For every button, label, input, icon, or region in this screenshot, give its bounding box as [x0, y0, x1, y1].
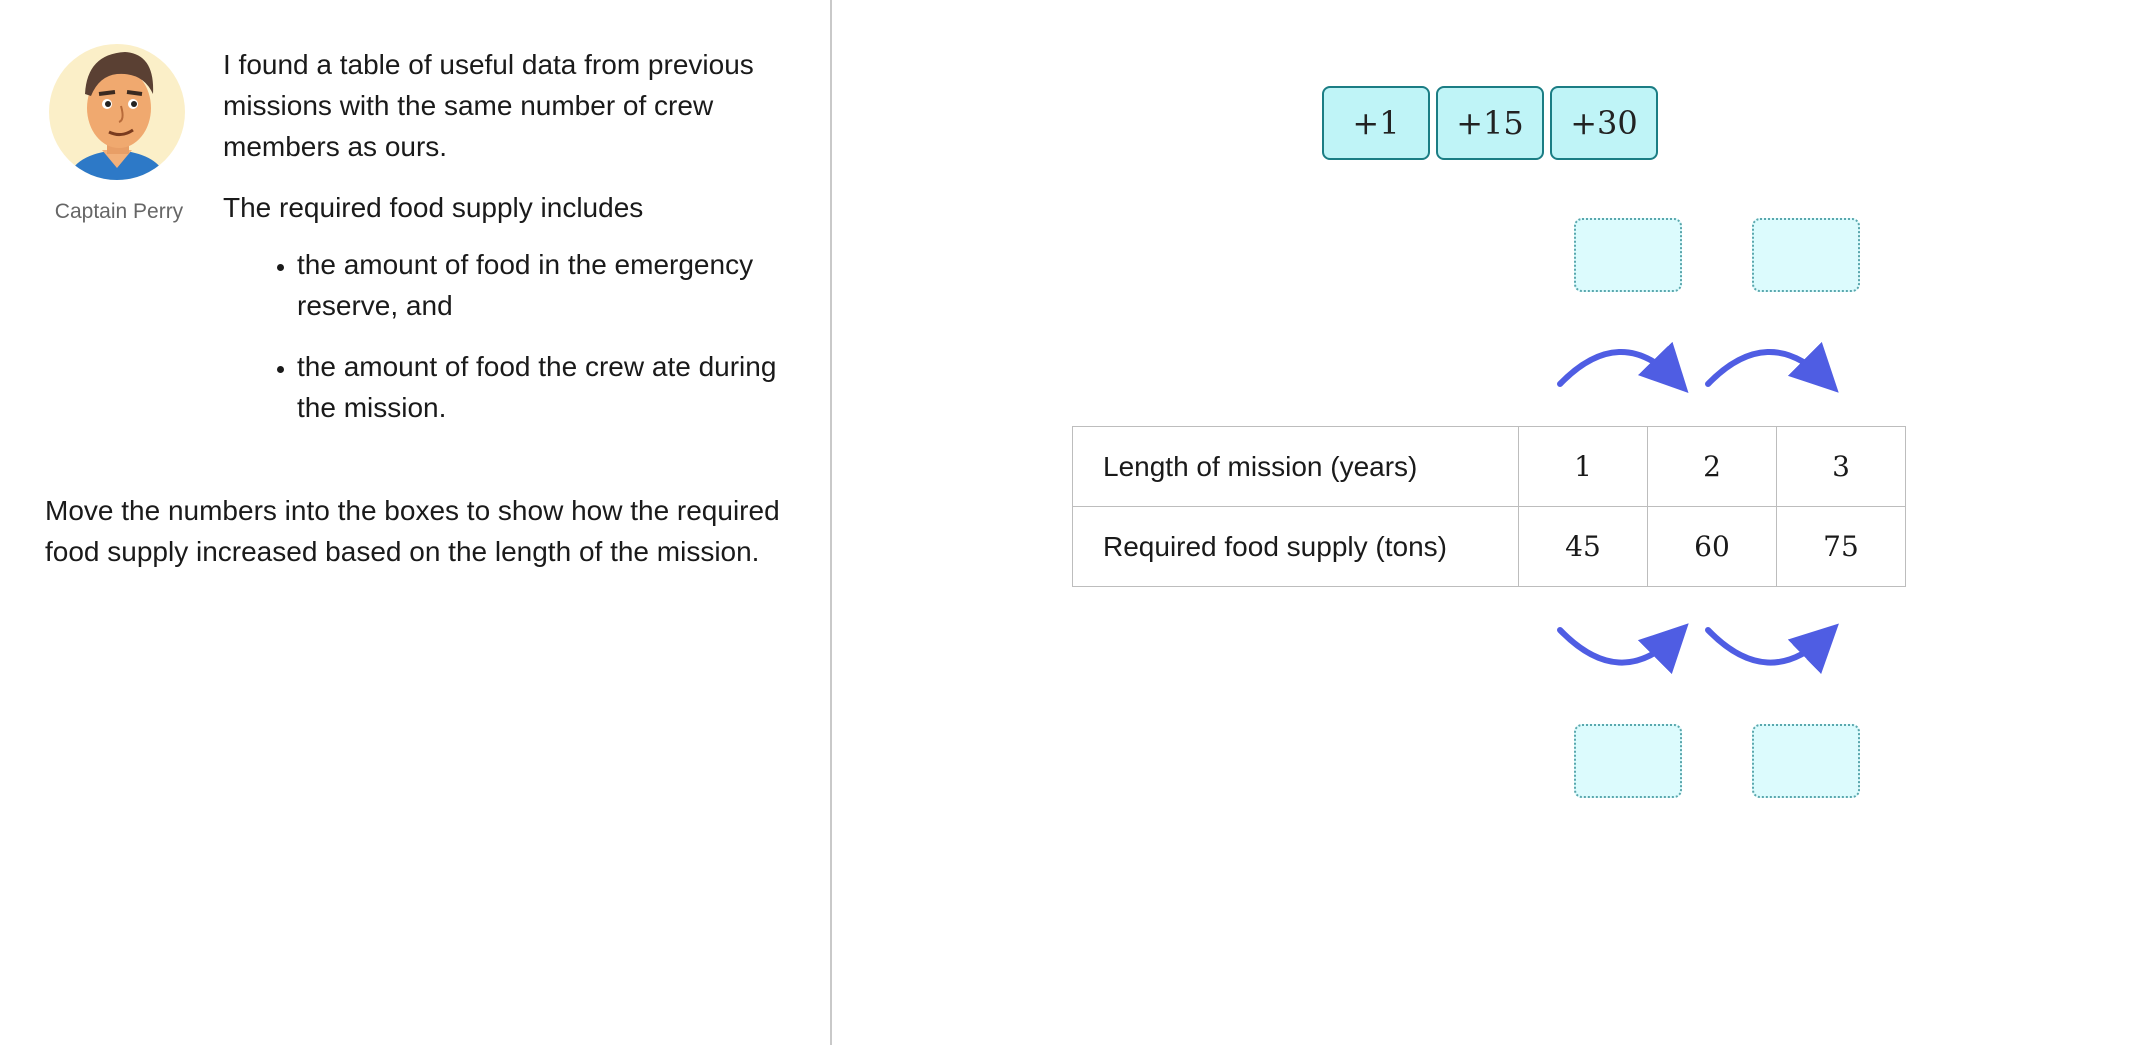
number-tile[interactable]: +30	[1550, 86, 1658, 160]
table-row: Required food supply (tons) 45 60 75	[1072, 506, 1906, 587]
table-row: Length of mission (years) 1 2 3	[1072, 426, 1906, 507]
speaker-name: Captain Perry	[54, 200, 184, 223]
number-tile[interactable]: +15	[1436, 86, 1544, 160]
speech-includes: The required food supply includes	[223, 192, 644, 223]
row-label: Length of mission (years)	[1072, 426, 1519, 507]
speech-text: I found a table of useful data from prev…	[223, 44, 803, 448]
drop-box-bottom-2[interactable]	[1752, 724, 1860, 798]
table-cell: 45	[1518, 506, 1648, 587]
arrow-icon	[1705, 623, 1839, 675]
left-panel: Captain Perry I found a table of useful …	[0, 0, 832, 1045]
speech-intro: I found a table of useful data from prev…	[223, 49, 754, 162]
instruction-text: Move the numbers into the boxes to show …	[45, 495, 780, 567]
table-cell: 1	[1518, 426, 1648, 507]
table-cell: 2	[1647, 426, 1777, 507]
speech-bullet: the amount of food the crew ate during t…	[297, 346, 803, 428]
arrow-icon	[1705, 341, 1839, 393]
mission-data-table: Length of mission (years) 1 2 3 Required…	[1072, 426, 1906, 587]
speech-bullet-list: the amount of food in the emergency rese…	[223, 244, 803, 428]
table-cell: 3	[1776, 426, 1906, 507]
arrow-icon	[1557, 341, 1689, 393]
number-tile-bank: +1 +15 +30	[1322, 86, 1658, 160]
table-cell: 75	[1776, 506, 1906, 587]
number-tile[interactable]: +1	[1322, 86, 1430, 160]
speech-bullet: the amount of food in the emergency rese…	[297, 244, 803, 326]
drop-box-top-2[interactable]	[1752, 218, 1860, 292]
row-label: Required food supply (tons)	[1072, 506, 1519, 587]
arrow-icon	[1557, 623, 1689, 675]
table-cell: 60	[1647, 506, 1777, 587]
drop-box-top-1[interactable]	[1574, 218, 1682, 292]
drop-box-bottom-1[interactable]	[1574, 724, 1682, 798]
captain-avatar-icon	[47, 42, 187, 182]
